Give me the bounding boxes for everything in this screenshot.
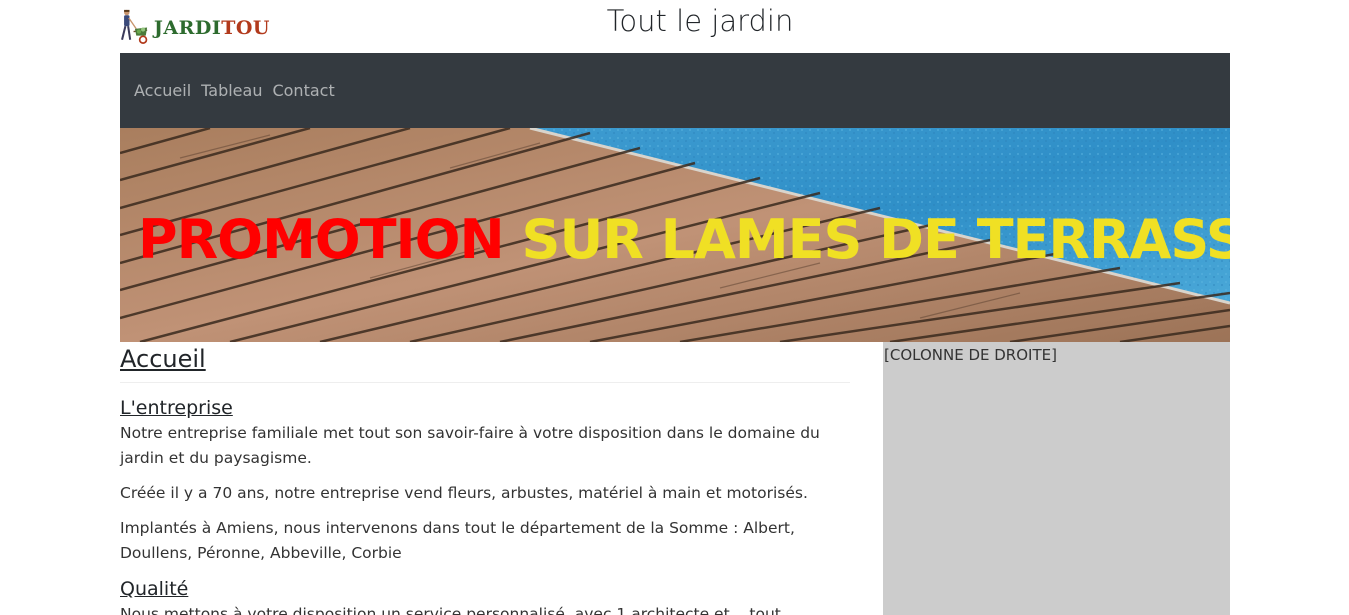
nav-link-accueil[interactable]: Accueil [134,81,191,100]
right-column-label: [COLONNE DE DROITE] [884,346,1057,364]
main-column: Accueil L'entreprise Notre entreprise fa… [120,342,850,615]
banner-word-promotion: PROMOTION [138,208,505,271]
promo-banner: PROMOTION SUR LAMES DE TERRASSE [120,128,1230,342]
content-area: Accueil L'entreprise Notre entreprise fa… [120,342,1230,615]
site-header: JARDITOU Tout le jardin [120,0,1230,53]
main-navbar: Accueil Tableau Contact [120,53,1230,128]
paragraph: Notre entreprise familiale met tout son … [120,424,820,467]
section-title-entreprise: L'entreprise [120,397,233,419]
section-title-qualite: Qualité [120,578,189,600]
right-column: [COLONNE DE DROITE] [883,342,1230,615]
nav-link-contact[interactable]: Contact [272,81,334,100]
paragraph: Créée il y a 70 ans, notre entreprise ve… [120,484,808,502]
site-title: Tout le jardin [606,4,794,38]
paragraph: Implantés à Amiens, nous intervenons dan… [120,519,795,562]
paragraph: Nous mettons à votre disposition un serv… [120,605,796,615]
page-container: JARDITOU Tout le jardin Accueil Tableau … [120,0,1230,615]
banner-word-rest: SUR LAMES DE TERRASSE [521,208,1230,271]
page-heading: Accueil [120,344,850,383]
nav-link-tableau[interactable]: Tableau [201,81,262,100]
banner-headline: PROMOTION SUR LAMES DE TERRASSE [138,208,1230,271]
